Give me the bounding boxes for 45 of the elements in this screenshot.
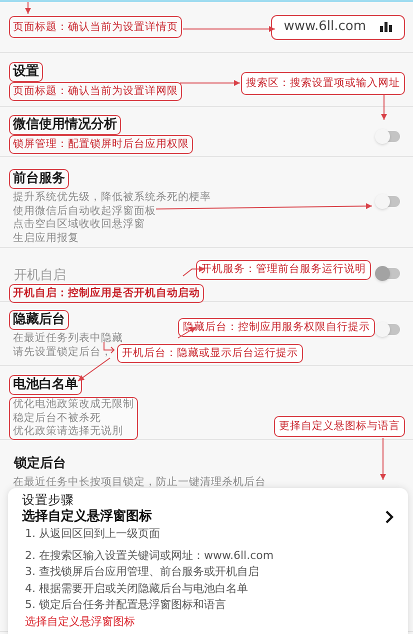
card-subtitle: 选择自定义悬浮窗图标 [21,508,153,526]
card-title: 设置步骤 [21,492,75,508]
setting-title: 前台服务 [9,169,69,189]
step-text: 2. 在搜索区输入设置关键词或网址：www.6ll.com [24,548,275,564]
step-text: 4. 根据需要开启或关闭隐藏后台与电池白名单 [24,580,249,596]
setting-description: 优化政策请选择无说刖 [13,425,123,438]
setting-description: 提升系统优先级，降低被系统杀死的梗率 [13,191,211,204]
setting-title: 锁定后台 [12,454,67,473]
annotation-arrow [180,80,240,86]
setting-description: 优化电池政策改成无限制 [13,398,134,412]
annotation-note: 页面标题：确认当前为设置详网限 [9,82,182,101]
toggle-switch[interactable] [378,324,400,335]
toggle-switch[interactable] [378,131,400,142]
setting-description: 生启应用报复 [13,232,79,245]
step-text: 5. 锁定后台任务并配置悬浮窗图标和语言 [24,597,227,613]
setting-description: 点击空白区域收收回悬浮窗 [13,218,145,232]
annotation-callout: 开机后台：隐藏或显示后台运行提示 [117,344,303,363]
setting-title: 隐藏后台 [9,310,69,330]
setting-description: 使用微信后自动收起浮窗面板 [13,204,156,218]
annotation-callout: 搜索区：搜索设置项或输入网址 [241,72,405,95]
annotation-arrow [78,358,110,382]
setting-description: 在最近任务中长按项目锁定，防止一键清理杀机后台 [13,476,266,490]
toggle-switch[interactable] [378,196,400,207]
chevron-right-icon[interactable] [385,510,394,524]
annotation-note: 锁屏管理：配置锁屏时后台应用权限 [9,135,193,154]
setting-title: 开机自启 [13,267,67,285]
setting-title: 微信使用情况分析 [9,115,121,135]
annotation-arrow [381,94,387,120]
annotation-arrow [25,2,31,14]
url-text: www.6ll.com [284,18,366,36]
bar-chart-icon [380,22,392,32]
setting-description: 请先设置锁定后台， [13,346,112,359]
setting-description: 稳定后台不被杀死 [13,412,101,425]
setting-title: 电池白名单 [9,375,82,395]
step-text: 3. 查找锁屏后台应用管理、前台服务或开机自启 [24,564,260,580]
url-box[interactable]: www.6ll.com [270,14,405,40]
step-text: 1. 从返回区回到上一级页面 [24,526,161,542]
annotation-note: 开机自启：控制应用是否开机自动启动 [9,284,204,303]
annotation-arrow [380,438,386,480]
annotation-callout: 更择自定义悬图标与语言 [274,416,405,437]
setting-title: 设置 [9,62,43,82]
hook-arrow-icon [104,342,115,354]
page-title-note: 页面标题：确认当前为设置详情页 [9,16,182,38]
setting-description: 在最近任务列表中隐藏 [13,332,123,346]
choose-icon-link[interactable]: 选择自定义悬浮窗图标 [16,614,144,628]
